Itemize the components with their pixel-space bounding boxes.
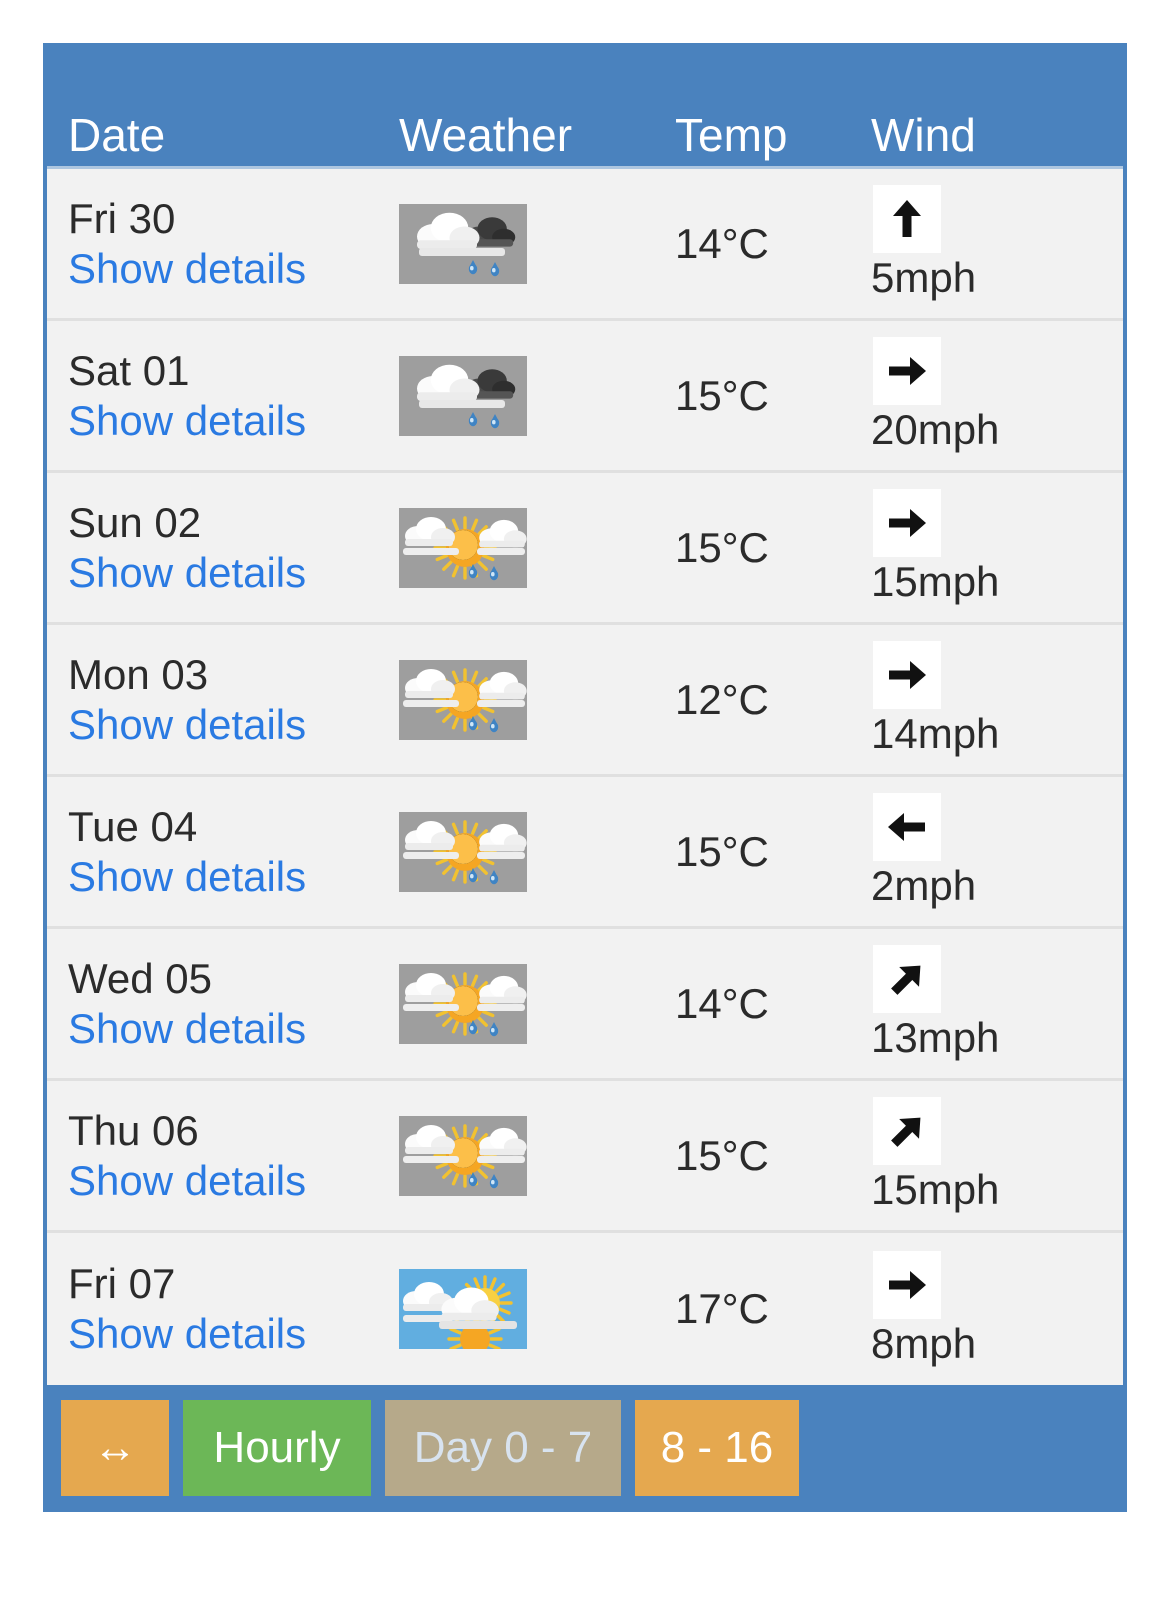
- temperature-value: 14°C: [675, 979, 769, 1027]
- temperature-value: 15°C: [675, 371, 769, 419]
- date-label: Sat 01: [68, 346, 190, 394]
- cloud-rain-icon: [399, 203, 527, 284]
- wind-speed-value: 8mph: [871, 1319, 977, 1367]
- temperature-value: 15°C: [675, 523, 769, 571]
- weather-cell: [399, 203, 675, 284]
- arrow-up-right-icon: [873, 1097, 941, 1166]
- weather-cell: [399, 963, 675, 1044]
- table-row: Fri 07 Show details 17°C 8mph: [47, 1233, 1123, 1385]
- resize-horizontal-icon: ↔: [93, 1423, 137, 1472]
- wind-cell: 14mph: [871, 641, 1123, 757]
- footer-toolbar: ↔ Hourly Day 0 - 7 8 - 16: [47, 1385, 1123, 1508]
- date-label: Wed 05: [68, 954, 212, 1002]
- show-details-link[interactable]: Show details: [68, 700, 399, 750]
- arrow-right-icon: [873, 1250, 941, 1319]
- temperature-value: 17°C: [675, 1285, 769, 1332]
- weather-cell: [399, 355, 675, 436]
- hourly-button[interactable]: Hourly: [183, 1400, 371, 1496]
- weather-cell: [399, 811, 675, 892]
- date-cell: Wed 05 Show details: [47, 954, 399, 1053]
- show-details-link[interactable]: Show details: [68, 1004, 399, 1054]
- temperature-value: 15°C: [675, 827, 769, 875]
- date-label: Mon 03: [68, 650, 209, 698]
- show-details-link[interactable]: Show details: [68, 852, 399, 902]
- arrow-right-icon: [873, 641, 941, 710]
- show-details-link[interactable]: Show details: [68, 244, 399, 294]
- date-label: Sun 02: [68, 498, 202, 546]
- date-label: Fri 30: [68, 194, 176, 242]
- wind-speed-value: 14mph: [871, 710, 1000, 758]
- temperature-value: 14°C: [675, 219, 769, 267]
- date-cell: Fri 07 Show details: [47, 1259, 399, 1358]
- wind-speed-value: 13mph: [871, 1014, 1000, 1062]
- column-header-wind: Wind: [871, 109, 976, 161]
- date-label: Fri 07: [68, 1260, 176, 1308]
- sun-cloud-rain-icon: [399, 811, 527, 892]
- weather-cell: [399, 659, 675, 740]
- wind-cell: 15mph: [871, 489, 1123, 605]
- show-details-link[interactable]: Show details: [68, 548, 399, 598]
- sun-cloud-rain-icon: [399, 1115, 527, 1196]
- column-header-temp: Temp: [675, 109, 788, 161]
- arrow-up-icon: [873, 185, 941, 254]
- table-row: Thu 06 Show details 15°C 15mph: [47, 1081, 1123, 1233]
- date-label: Tue 04: [68, 802, 198, 850]
- sun-cloud-rain-icon: [399, 963, 527, 1044]
- date-cell: Sat 01 Show details: [47, 346, 399, 445]
- wind-speed-value: 5mph: [871, 254, 977, 302]
- sun-cloud-rain-icon: [399, 507, 527, 588]
- date-label: Thu 06: [68, 1106, 199, 1154]
- forecast-widget: Date Weather Temp Wind Fri 30 Show detail…: [43, 43, 1127, 1512]
- forecast-rows: Fri 30 Show details 14°C 5mph Sat 01 Show det…: [47, 169, 1123, 1385]
- table-header: Date Weather Temp Wind: [47, 47, 1123, 169]
- wind-cell: 2mph: [871, 793, 1123, 909]
- date-cell: Sun 02 Show details: [47, 498, 399, 597]
- arrow-up-right-icon: [873, 945, 941, 1014]
- table-row: Tue 04 Show details 15°C 2mph: [47, 777, 1123, 929]
- wind-speed-value: 20mph: [871, 406, 1000, 454]
- wind-cell: 15mph: [871, 1097, 1123, 1213]
- show-details-link[interactable]: Show details: [68, 396, 399, 446]
- day-8-16-button-label: 8 - 16: [660, 1423, 774, 1472]
- table-row: Sun 02 Show details 15°C 15mph: [47, 473, 1123, 625]
- hourly-button-label: Hourly: [213, 1423, 341, 1472]
- date-cell: Mon 03 Show details: [47, 650, 399, 749]
- sun-cloud-partly-icon: [399, 1269, 527, 1349]
- wind-cell: 8mph: [871, 1250, 1123, 1367]
- table-row: Fri 30 Show details 14°C 5mph: [47, 169, 1123, 321]
- temperature-value: 12°C: [675, 675, 769, 723]
- sun-cloud-rain-icon: [399, 659, 527, 740]
- weather-cell: [399, 1269, 675, 1349]
- weather-forecast-page: Date Weather Temp Wind Fri 30 Show detail…: [0, 0, 1170, 1612]
- table-row: Sat 01 Show details 15°C 20mph: [47, 321, 1123, 473]
- wind-speed-value: 15mph: [871, 558, 1000, 606]
- column-header-weather: Weather: [399, 109, 573, 161]
- wind-cell: 13mph: [871, 945, 1123, 1061]
- day-0-7-button[interactable]: Day 0 - 7: [385, 1400, 621, 1496]
- resize-button[interactable]: ↔: [61, 1400, 169, 1496]
- wind-speed-value: 2mph: [871, 862, 977, 910]
- weather-cell: [399, 1115, 675, 1196]
- show-details-link[interactable]: Show details: [68, 1156, 399, 1206]
- table-row: Wed 05 Show details 14°C 13mph: [47, 929, 1123, 1081]
- table-row: Mon 03 Show details 12°C 14mph: [47, 625, 1123, 777]
- day-8-16-button[interactable]: 8 - 16: [635, 1400, 799, 1496]
- wind-cell: 5mph: [871, 185, 1123, 301]
- date-cell: Tue 04 Show details: [47, 802, 399, 901]
- date-cell: Thu 06 Show details: [47, 1106, 399, 1205]
- arrow-right-icon: [873, 489, 941, 558]
- temperature-value: 15°C: [675, 1131, 769, 1179]
- wind-speed-value: 15mph: [871, 1166, 1000, 1214]
- day-0-7-button-label: Day 0 - 7: [413, 1423, 593, 1472]
- column-header-date: Date: [68, 109, 166, 161]
- wind-cell: 20mph: [871, 337, 1123, 453]
- show-details-link[interactable]: Show details: [68, 1309, 399, 1359]
- date-cell: Fri 30 Show details: [47, 194, 399, 293]
- arrow-right-icon: [873, 337, 941, 406]
- arrow-left-icon: [873, 793, 941, 862]
- cloud-rain-icon: [399, 355, 527, 436]
- weather-cell: [399, 507, 675, 588]
